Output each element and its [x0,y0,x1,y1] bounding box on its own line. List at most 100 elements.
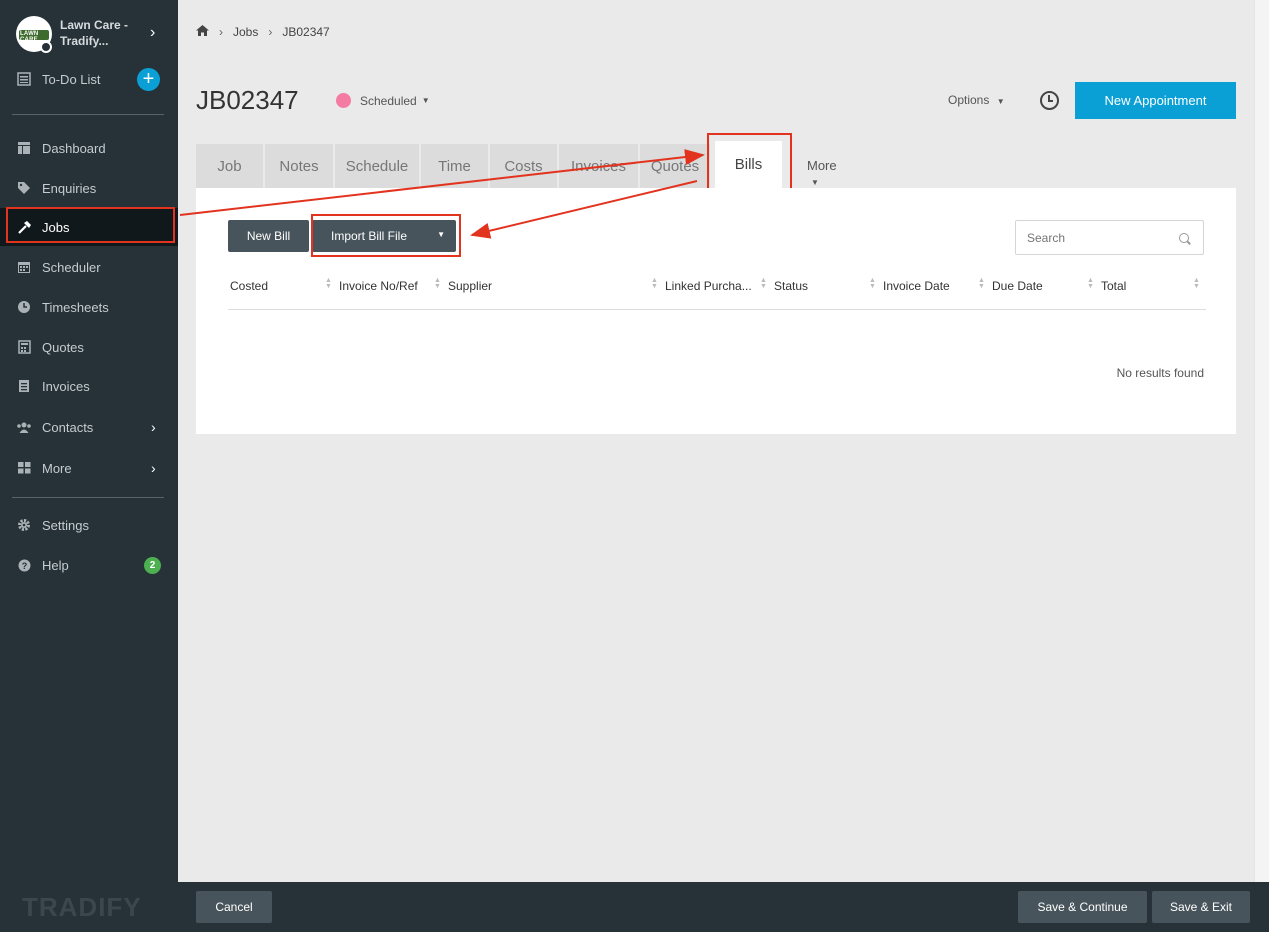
breadcrumb-current: JB02347 [282,25,330,39]
scrollbar[interactable] [1254,0,1269,882]
sidebar-item-more[interactable]: More › [0,449,178,487]
help-count-badge: 2 [144,557,161,574]
table-header-divider [228,309,1206,310]
sidebar-item-invoices[interactable]: Invoices [0,367,178,405]
sort-icon[interactable]: ▲ ▼ [978,277,985,290]
sort-icon[interactable]: ▲ ▼ [651,277,658,290]
sidebar-item-enquiries[interactable]: Enquiries [0,169,178,207]
column-header-linked-purchase[interactable]: Linked Purcha... [665,279,752,293]
options-label: Options [948,93,990,107]
question-icon: ? [16,557,32,573]
sidebar-item-label: Contacts [42,419,94,435]
save-exit-button[interactable]: Save & Exit [1152,891,1250,923]
users-icon [16,419,32,435]
tags-icon [16,180,32,196]
sidebar-item-label: Help [42,557,69,573]
sidebar-item-timesheets[interactable]: Timesheets [0,288,178,326]
new-appointment-button[interactable]: New Appointment [1075,82,1236,119]
sort-icon[interactable]: ▲ ▼ [1087,277,1094,290]
tab-notes[interactable]: Notes [265,144,334,188]
divider [12,497,164,498]
calculator-icon [16,339,32,355]
options-dropdown[interactable]: Options ▼ [948,93,1005,107]
list-icon [16,71,32,87]
sidebar-item-label: More [42,460,72,476]
clock-icon [16,299,32,315]
tab-quotes[interactable]: Quotes [640,144,711,188]
sidebar-item-quotes[interactable]: Quotes [0,328,178,366]
calendar-icon [16,259,32,275]
divider [12,114,164,115]
caret-down-icon: ▼ [421,96,430,105]
status-dropdown[interactable]: Scheduled ▼ [336,93,430,108]
new-bill-button[interactable]: New Bill [228,220,309,252]
column-header-costed[interactable]: Costed [230,279,268,293]
search-input[interactable] [1015,220,1204,255]
breadcrumb-separator: › [219,25,223,39]
breadcrumb-jobs-link[interactable]: Jobs [233,25,258,39]
column-header-status[interactable]: Status [774,279,808,293]
sidebar-item-label: Quotes [42,339,84,355]
dashboard-icon [16,140,32,156]
home-icon[interactable] [196,25,209,39]
sidebar-item-settings[interactable]: Settings [0,506,178,544]
column-header-invoice-no[interactable]: Invoice No/Ref [339,279,418,293]
annotation-box-jobs [6,207,175,243]
chevron-right-icon: › [151,419,156,435]
caret-down-icon: ▼ [996,97,1005,106]
sidebar-item-label: Timesheets [42,299,109,315]
document-icon [16,378,32,394]
gear-icon [16,517,32,533]
sidebar-item-label: Enquiries [42,180,97,196]
status-label: Scheduled [360,93,417,108]
annotation-box-import [311,214,461,257]
sidebar-item-label: Scheduler [42,259,101,275]
tab-costs[interactable]: Costs [490,144,558,188]
status-dot-icon [40,41,52,53]
sidebar-item-label: Dashboard [42,140,106,156]
column-header-due-date[interactable]: Due Date [992,279,1043,293]
sidebar-item-contacts[interactable]: Contacts › [0,408,178,446]
column-header-total[interactable]: Total [1101,279,1126,293]
search-icon[interactable] [1179,233,1189,243]
tab-more-label: More [807,158,837,173]
status-dot-icon [336,93,351,108]
sidebar-item-label: Invoices [42,378,90,394]
chevron-right-icon: › [151,460,156,476]
annotation-box-bills [707,133,792,196]
breadcrumb-separator: › [268,25,273,39]
annotation-arrows [179,149,705,239]
sort-icon[interactable]: ▲ ▼ [760,277,767,290]
breadcrumb: › Jobs › JB02347 [196,25,330,39]
column-header-supplier[interactable]: Supplier [448,279,492,293]
brand-logo: TRADIFY [22,892,142,922]
column-header-invoice-date[interactable]: Invoice Date [883,279,950,293]
tab-time[interactable]: Time [421,144,489,188]
tab-invoices[interactable]: Invoices [559,144,639,188]
sort-icon[interactable]: ▲ ▼ [325,277,332,290]
sort-icon[interactable]: ▲ ▼ [869,277,876,290]
sidebar-item-scheduler[interactable]: Scheduler [0,248,178,286]
grid-icon [16,460,32,476]
add-todo-button[interactable]: + [137,68,160,91]
history-clock-icon[interactable] [1040,91,1059,110]
footer-bar: Cancel Save & Continue Save & Exit [178,882,1269,932]
chevron-right-icon: › [150,24,156,41]
sidebar: LAWN CARE Lawn Care - Tradify... › To-Do… [0,0,178,932]
empty-state-text: No results found [1116,366,1204,380]
page-title: JB02347 [196,85,299,115]
svg-text:?: ? [21,561,27,571]
tab-schedule[interactable]: Schedule [335,144,420,188]
org-name: Lawn Care - Tradify... [60,18,129,48]
sidebar-item-label: To-Do List [42,71,101,87]
sidebar-item-label: Settings [42,517,89,533]
org-switcher[interactable]: LAWN CARE Lawn Care - Tradify... › [0,0,178,66]
tab-job[interactable]: Job [196,144,264,188]
sidebar-item-dashboard[interactable]: Dashboard [0,129,178,167]
tab-more-dropdown[interactable]: More ▼ [807,158,837,188]
sort-icon[interactable]: ▲ ▼ [434,277,441,290]
sort-icon[interactable]: ▲ ▼ [1193,277,1200,290]
caret-down-icon: ▼ [811,178,819,187]
cancel-button[interactable]: Cancel [196,891,272,923]
save-continue-button[interactable]: Save & Continue [1018,891,1147,923]
